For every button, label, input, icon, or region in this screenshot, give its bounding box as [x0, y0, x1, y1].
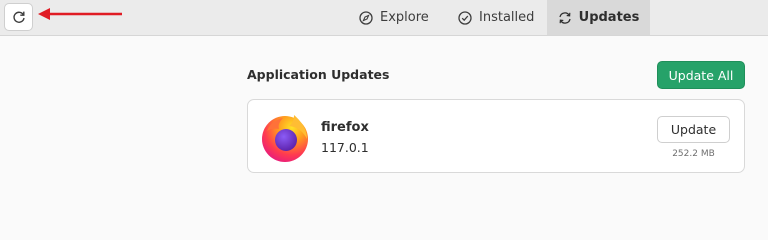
app-version: 117.0.1: [321, 140, 369, 155]
header-bar: Explore Installed Updates: [0, 0, 768, 36]
update-button[interactable]: Update: [657, 116, 730, 143]
update-all-button[interactable]: Update All: [657, 61, 745, 89]
tab-installed[interactable]: Installed: [458, 0, 534, 35]
app-update-card: firefox 117.0.1 Update 252.2 MB: [247, 99, 745, 173]
sync-icon: [558, 11, 572, 25]
tab-label: Explore: [380, 10, 429, 25]
app-name: firefox: [321, 120, 369, 135]
annotation-arrow: [38, 8, 122, 20]
tab-updates[interactable]: Updates: [547, 0, 650, 35]
refresh-icon: [12, 10, 26, 24]
firefox-icon: [257, 109, 313, 165]
check-circle-icon: [458, 10, 472, 25]
tab-label: Installed: [479, 10, 535, 25]
section-title: Application Updates: [247, 67, 390, 82]
refresh-button[interactable]: [4, 3, 33, 31]
compass-icon: [359, 10, 373, 25]
tab-explore[interactable]: Explore: [359, 0, 429, 35]
app-size: 252.2 MB: [672, 149, 715, 159]
tab-label: Updates: [578, 10, 640, 25]
